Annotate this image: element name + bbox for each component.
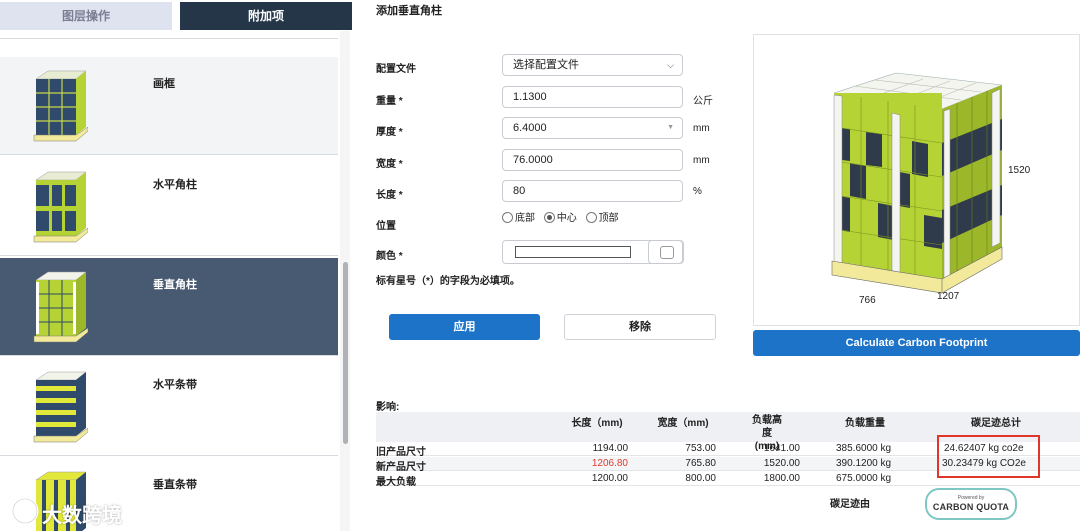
color-picker-button[interactable]	[648, 240, 684, 264]
tab-layer-operations[interactable]: 图层操作	[0, 2, 172, 30]
cell-height: 1800.00	[763, 473, 800, 484]
profile-select-value: 选择配置文件	[513, 59, 579, 71]
cell-weight: 385.6000 kg	[836, 443, 892, 454]
col-length: 长度（mm)	[571, 418, 623, 429]
frame-pallet-icon	[33, 70, 88, 142]
watermark: 大数跨境	[10, 496, 150, 527]
badge-brand: CARBON QUOTA	[932, 502, 1010, 512]
position-radio-group: 底部 中心 顶部	[502, 209, 625, 224]
weight-input[interactable]: 1.1300	[502, 86, 683, 108]
width-unit: mm	[693, 155, 710, 166]
apply-button[interactable]: 应用	[389, 314, 540, 340]
position-radio-center[interactable]: 中心	[543, 209, 577, 224]
vertical-corner-pallet-icon	[33, 271, 88, 343]
cell-width: 765.80	[685, 458, 716, 469]
form-title: 添加垂直角柱	[376, 5, 442, 17]
width-input[interactable]: 76.0000	[502, 149, 683, 171]
watermark-text: 大数跨境	[42, 505, 122, 527]
radio-label: 底部	[515, 213, 535, 224]
weight-unit: 公斤	[693, 96, 713, 107]
list-item-vertical-corner[interactable]: 垂直角柱	[0, 258, 338, 356]
length-label: 长度 *	[376, 190, 403, 201]
col-width: 宽度（mm)	[657, 418, 709, 429]
horizontal-strap-pallet-icon	[33, 371, 88, 443]
carbon-source-label: 碳足迹由	[830, 499, 870, 510]
row-label: 新产品尺寸	[376, 462, 426, 473]
thickness-input[interactable]: 6.4000 ▼	[502, 117, 683, 139]
cell-weight: 390.1200 kg	[836, 458, 892, 469]
cell-length: 1206.80	[591, 458, 628, 469]
tab-addons[interactable]: 附加项	[180, 2, 352, 30]
pallet-thumbnail-icon	[30, 31, 88, 35]
carbon-highlight-box	[937, 435, 1040, 478]
list-item-label: 水平条带	[153, 379, 197, 391]
addon-sidebar: 图层操作 附加项 画框 水平角柱 垂直角柱 水平条带 垂直条带 大数跨境	[0, 0, 352, 531]
carbon-quota-badge[interactable]: Powered by CARBON QUOTA	[925, 488, 1017, 520]
position-radio-bottom[interactable]: 底部	[502, 209, 535, 224]
vertical-corner-form: 添加垂直角柱 配置文件 选择配置文件 ⌵ 重量 * 1.1300 公斤 厚度 *…	[360, 0, 750, 360]
horizontal-corner-pallet-icon	[33, 171, 88, 243]
length-input[interactable]: 80	[502, 180, 683, 202]
calculate-carbon-button[interactable]: Calculate Carbon Footprint	[753, 330, 1080, 356]
col-carbon-total: 碳足迹总计	[971, 418, 1021, 429]
height-dimension: 1520	[1008, 165, 1031, 176]
list-item-label: 水平角柱	[153, 179, 197, 191]
badge-powered-by: Powered by	[957, 495, 985, 501]
cell-length: 1194.00	[592, 443, 628, 454]
col-load-weight: 负载重量	[845, 418, 885, 429]
required-fields-note: 标有星号（*）的字段为必填项。	[376, 276, 520, 287]
width-dimension: 1207	[937, 291, 960, 302]
profile-select[interactable]: 选择配置文件 ⌵	[502, 54, 683, 76]
cell-height: 1641.00	[763, 443, 800, 454]
row-label: 最大负载	[376, 477, 416, 488]
radio-icon	[585, 212, 597, 223]
thickness-input-value: 6.4000	[513, 122, 547, 134]
weight-label: 重量 *	[376, 96, 403, 107]
list-item-label: 画框	[153, 78, 175, 90]
remove-button[interactable]: 移除	[564, 314, 716, 340]
dropdown-caret-icon[interactable]: ▼	[667, 118, 674, 138]
radio-label: 顶部	[598, 213, 619, 224]
radio-checked-icon	[543, 212, 555, 223]
list-item-frame[interactable]: 画框	[0, 57, 338, 155]
pallet-preview[interactable]: 1520 766 1207	[753, 34, 1080, 326]
row-label: 旧产品尺寸	[376, 447, 426, 458]
color-picker-icon	[660, 246, 674, 259]
cell-width: 753.00	[685, 443, 716, 454]
profile-label: 配置文件	[376, 64, 416, 75]
list-item-partial[interactable]	[0, 31, 338, 39]
position-radio-top[interactable]: 顶部	[585, 209, 619, 224]
width-label: 宽度 *	[376, 159, 403, 170]
radio-label: 中心	[556, 213, 577, 224]
cell-width: 800.00	[685, 473, 716, 484]
cell-weight: 675.0000 kg	[836, 473, 892, 484]
position-label: 位置	[376, 221, 396, 232]
impact-title: 影响:	[376, 402, 400, 413]
thickness-unit: mm	[693, 123, 710, 134]
cell-length: 1200.00	[591, 473, 628, 484]
list-item-horizontal-corner[interactable]: 水平角柱	[0, 158, 338, 256]
radio-icon	[502, 212, 513, 223]
app-root: 图层操作 附加项 画框 水平角柱 垂直角柱 水平条带 垂直条带 大数跨境 添加垂…	[0, 0, 1080, 531]
color-label: 颜色 *	[376, 251, 403, 262]
sidebar-scrollbar-thumb[interactable]	[343, 262, 348, 444]
list-item-label: 垂直角柱	[153, 279, 197, 291]
color-swatch	[515, 246, 631, 258]
length-unit: %	[693, 186, 702, 197]
chevron-down-icon: ⌵	[667, 60, 674, 70]
thickness-label: 厚度 *	[376, 127, 403, 138]
depth-dimension: 766	[859, 295, 876, 306]
pallet-3d-icon	[831, 72, 1003, 294]
list-item-horizontal-strap[interactable]: 水平条带	[0, 358, 338, 456]
addon-list: 画框 水平角柱 垂直角柱 水平条带 垂直条带	[0, 31, 338, 531]
list-item-label: 垂直条带	[153, 479, 197, 491]
cell-height: 1520.00	[763, 458, 800, 469]
watermark-logo-icon	[11, 497, 39, 525]
